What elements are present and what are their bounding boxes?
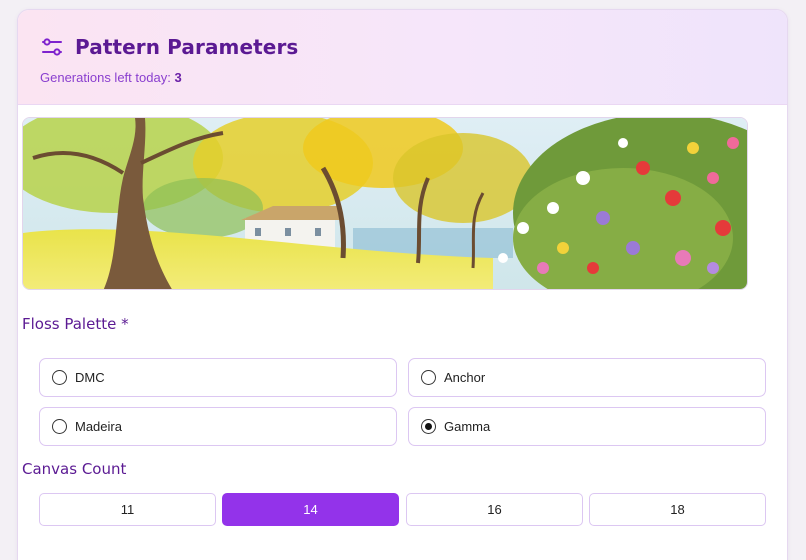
floss-option-gamma[interactable]: Gamma — [408, 407, 766, 446]
radio-anchor[interactable] — [421, 370, 436, 385]
canvas-count-16-button[interactable]: 16 — [406, 493, 583, 526]
canvas-count-18-button[interactable]: 18 — [589, 493, 766, 526]
floss-option-label: Madeira — [75, 419, 122, 434]
floss-option-anchor[interactable]: Anchor — [408, 358, 766, 397]
watercolor-landscape-image — [22, 117, 748, 290]
floss-palette-label: Floss Palette * — [22, 315, 129, 333]
floss-option-label: Anchor — [444, 370, 486, 385]
floss-option-label: Gamma — [444, 419, 491, 434]
radio-dmc[interactable] — [52, 370, 67, 385]
card-header: Pattern Parameters Generations left toda… — [18, 10, 787, 105]
page-title: Pattern Parameters — [75, 35, 299, 59]
canvas-count-label: Canvas Count — [22, 460, 127, 478]
floss-option-madeira[interactable]: Madeira — [39, 407, 397, 446]
generations-left: Generations left today: 3 — [40, 70, 787, 85]
generations-count: 3 — [174, 70, 182, 85]
title-row: Pattern Parameters — [40, 32, 787, 62]
floss-option-dmc[interactable]: DMC — [39, 358, 397, 397]
floss-option-label: DMC — [75, 370, 105, 385]
generations-label: Generations left today: — [40, 70, 171, 85]
radio-gamma[interactable] — [421, 419, 436, 434]
canvas-count-14-button[interactable]: 14 — [222, 493, 399, 526]
canvas-count-11-button[interactable]: 11 — [39, 493, 216, 526]
radio-madeira[interactable] — [52, 419, 67, 434]
sliders-icon — [40, 35, 64, 59]
